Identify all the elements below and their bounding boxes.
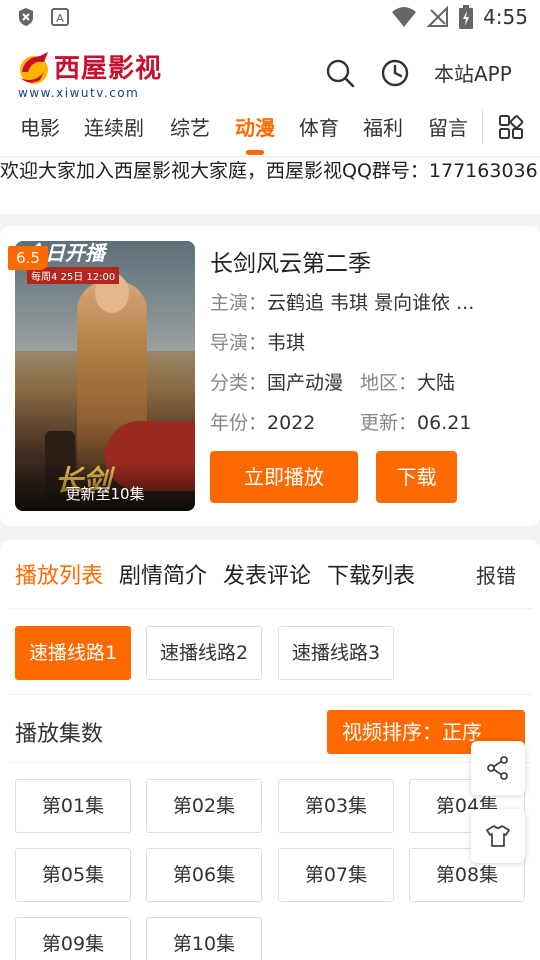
region-value: 大陆 [417, 372, 456, 394]
video-meta: 长剑风云第二季 主演：云鹤追 韦琪 景向谁依 ... 导演：韦琪 分类：国产动漫… [210, 244, 530, 503]
divider [8, 608, 532, 609]
nav-item-series[interactable]: 连续剧 [84, 112, 144, 141]
video-poster[interactable]: 今日开播 每周4 25日 12:00 长剑 更新至10集 [15, 241, 195, 511]
route-button-2[interactable]: 速播线路2 [146, 626, 262, 680]
no-signal-icon [427, 6, 449, 27]
year-row: 年份：2022 [210, 408, 315, 435]
tab-synopsis[interactable]: 剧情简介 [119, 558, 207, 590]
wifi-icon [392, 7, 417, 27]
search-icon[interactable] [325, 58, 355, 88]
history-clock-icon[interactable] [380, 58, 410, 88]
tab-playlist[interactable]: 播放列表 [15, 558, 103, 590]
episode-button[interactable]: 第01集 [15, 779, 131, 833]
episode-button[interactable]: 第09集 [15, 917, 131, 960]
app-download-link[interactable]: 本站APP [434, 58, 512, 87]
status-bar: A 4:55 [0, 0, 540, 36]
divider [8, 762, 532, 763]
episode-button[interactable]: 第02集 [146, 779, 262, 833]
nav-item-message[interactable]: 留言 [428, 112, 468, 141]
nav-item-variety[interactable]: 综艺 [170, 112, 210, 141]
episodes-heading: 播放集数 [15, 722, 104, 747]
category-value: 国产动漫 [267, 372, 344, 394]
update-value: 06.21 [417, 412, 472, 434]
year-label: 年份： [210, 412, 268, 434]
director-row: 导演：韦琪 [210, 328, 305, 355]
share-button[interactable] [471, 741, 525, 795]
tab-download-list[interactable]: 下载列表 [327, 558, 415, 590]
nav-active-indicator [246, 150, 264, 155]
clock-time: 4:55 [483, 5, 528, 29]
nav-item-movie[interactable]: 电影 [20, 112, 60, 141]
category-nav: 电影 连续剧 综艺 动漫 体育 福利 留言 [0, 106, 540, 156]
report-error-link[interactable]: 报错 [476, 560, 516, 589]
poster-update-text: 更新至10集 [65, 485, 145, 503]
skin-button[interactable] [471, 809, 525, 863]
update-row: 更新：06.21 [360, 408, 471, 435]
logo-url: www.xiwutv.com [18, 86, 140, 100]
episode-button[interactable]: 第10集 [146, 917, 262, 960]
cast-value: 云鹤追 韦琪 景向谁依 ... [267, 292, 475, 314]
region-label: 地区： [360, 372, 418, 394]
director-label: 导演： [210, 332, 268, 354]
cast-label: 主演： [210, 292, 268, 314]
svg-text:A: A [56, 12, 64, 25]
tshirt-icon [486, 825, 510, 847]
year-value: 2022 [267, 412, 316, 434]
notice-banner: 欢迎大家加入西屋影视大家庭，西屋影视QQ群号：177163036 [0, 158, 540, 214]
episode-button[interactable]: 第05集 [15, 848, 131, 902]
nav-item-sports[interactable]: 体育 [299, 112, 339, 141]
grid-icon[interactable] [498, 114, 524, 140]
route-button-1[interactable]: 速播线路1 [15, 626, 131, 680]
tab-comment[interactable]: 发表评论 [223, 558, 311, 590]
video-title: 长剑风云第二季 [210, 251, 371, 277]
site-header: 西屋影视 www.xiwutv.com 本站APP 电影 连续剧 综艺 动漫 体… [0, 36, 540, 156]
a-letter-icon: A [51, 8, 69, 26]
close-box-icon [19, 8, 33, 26]
site-logo[interactable]: 西屋影视 www.xiwutv.com [14, 44, 164, 106]
region-row: 地区：大陆 [360, 368, 455, 395]
divider [8, 694, 532, 695]
route-button-3[interactable]: 速播线路3 [278, 626, 394, 680]
video-info-card: 今日开播 每周4 25日 12:00 长剑 更新至10集 6.5 长剑风云第二季… [0, 226, 540, 526]
episode-button[interactable]: 第06集 [146, 848, 262, 902]
battery-icon [459, 5, 474, 29]
nav-item-welfare[interactable]: 福利 [363, 112, 403, 141]
category-label: 分类： [210, 372, 268, 394]
play-now-button[interactable]: 立即播放 [210, 451, 358, 503]
cast-row: 主演：云鹤追 韦琪 景向谁依 ... [210, 288, 474, 315]
episode-button[interactable]: 第07集 [278, 848, 394, 902]
download-button[interactable]: 下载 [376, 451, 457, 503]
logo-film-icon [20, 52, 48, 84]
score-badge: 6.5 [8, 246, 48, 270]
category-row: 分类：国产动漫 [210, 368, 343, 395]
episode-button[interactable]: 第03集 [278, 779, 394, 833]
playlist-panel: 播放列表 剧情简介 发表评论 下载列表 报错 速播线路1 速播线路2 速播线路3… [0, 540, 540, 960]
nav-divider [482, 110, 483, 144]
update-label: 更新： [360, 412, 418, 434]
nav-item-anime[interactable]: 动漫 [235, 112, 275, 141]
logo-text: 西屋影视 [54, 54, 163, 84]
share-icon [487, 756, 508, 780]
director-value: 韦琪 [267, 332, 306, 354]
